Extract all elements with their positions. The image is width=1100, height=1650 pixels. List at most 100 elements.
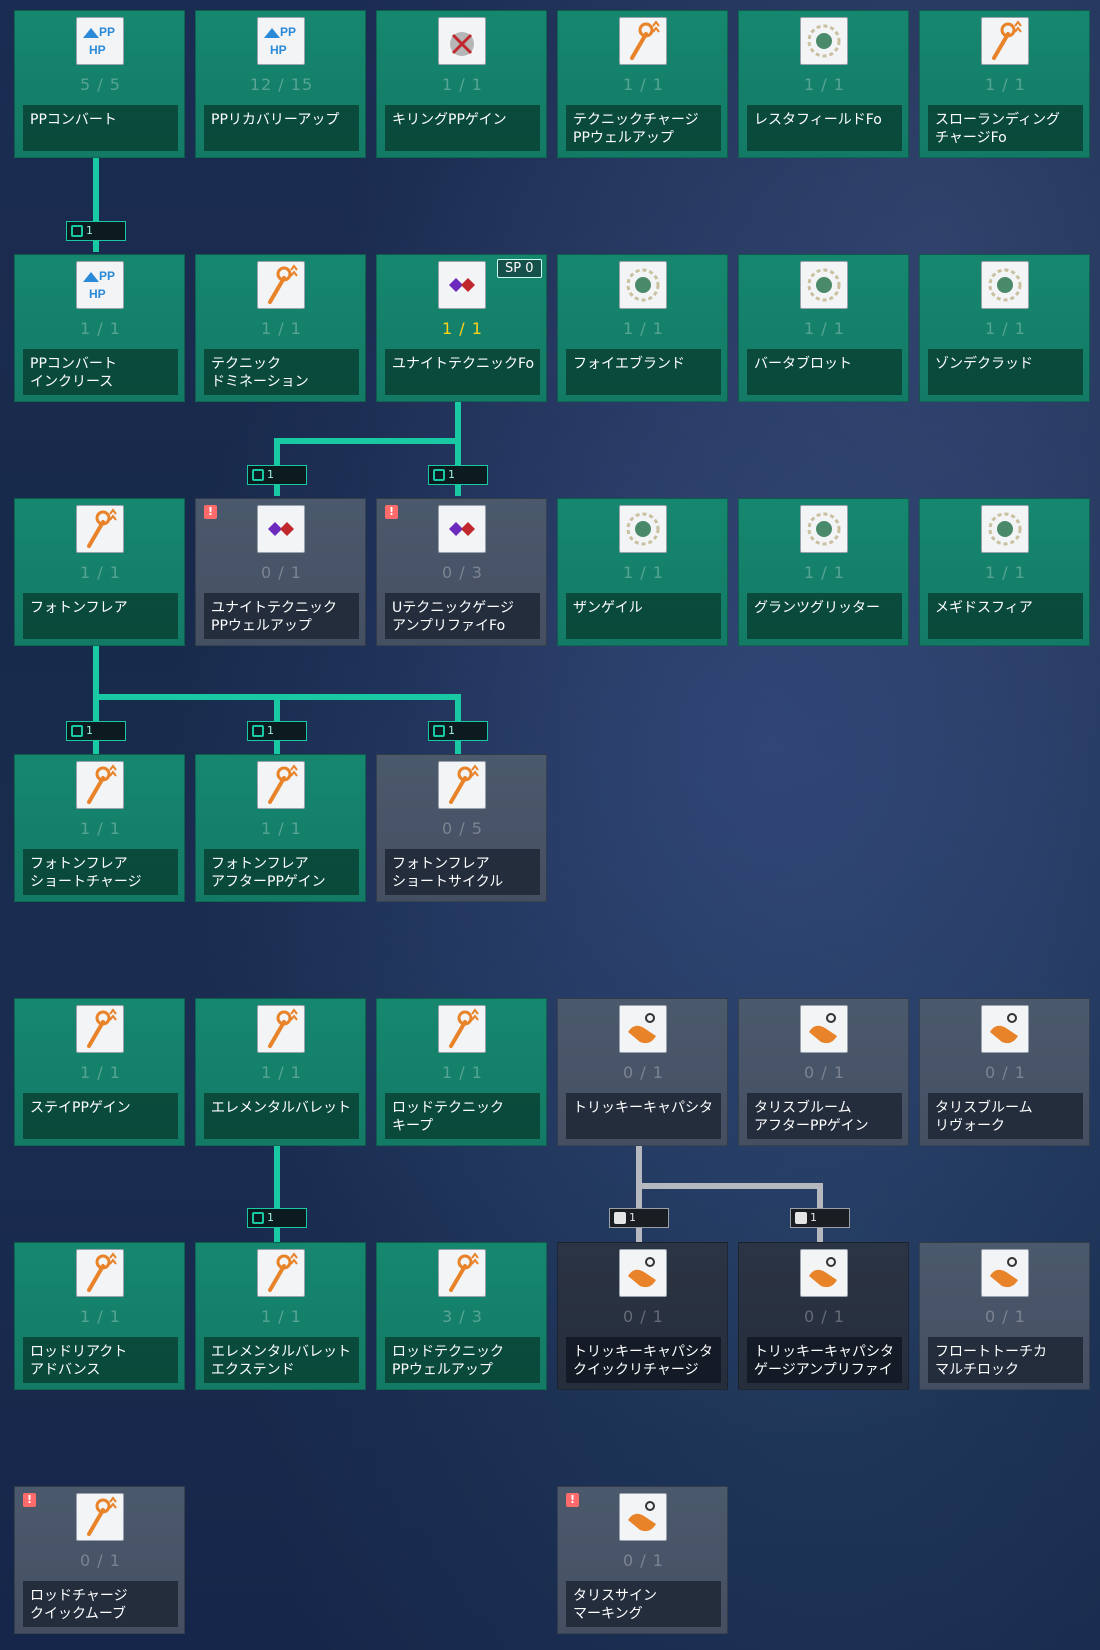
skill-node[interactable]: 1 / 1 ロッドテクニック キープ [376,998,547,1146]
unlock-icon [252,1212,264,1224]
skill-name: テクニック ドミネーション [204,349,359,395]
skill-name: フォイエブランド [566,349,721,395]
foie-brand-icon [619,261,667,309]
skill-tree: 1 1 1 1 1 1 1 1 1 PP HP 5 / 5 PPコンバート PP HP 1… [0,0,1100,1650]
skill-node[interactable]: 0 / 1 トリッキーキャパシタ [557,998,728,1146]
skill-node[interactable]: 1 / 1 フォトンフレア [14,498,185,646]
grants-glitter-icon [800,505,848,553]
skill-level: 1 / 1 [985,319,1026,338]
skill-node[interactable]: 1 / 1 メギドスフィア [919,498,1090,646]
skill-node[interactable]: PP HP 1 / 1 PPコンバート インクリース [14,254,185,402]
skill-node[interactable]: 1 / 1 レスタフィールドFo [738,10,909,158]
skill-node[interactable]: 3 / 3 ロッドテクニック PPウェルアップ [376,1242,547,1390]
skill-node[interactable]: 1 / 1 エレメンタルバレット [195,998,366,1146]
skill-node[interactable]: 1 / 1 ゾンデクラッド [919,254,1090,402]
skill-name: ザンゲイル [566,593,721,639]
skill-level: 1 / 1 [261,319,302,338]
svg-text:HP: HP [270,43,287,57]
skill-name: ステイPPゲイン [23,1093,178,1139]
skill-node[interactable]: 0 / 1 トリッキーキャパシタ クイックリチャージ [557,1242,728,1390]
skill-level: 0 / 5 [442,819,483,838]
rod-elemental-icon [257,1005,305,1053]
sp-cost-badge: SP 0 [497,259,542,278]
skill-node[interactable]: 1 / 1 ロッドリアクト アドバンス [14,1242,185,1390]
unlock-icon [71,225,83,237]
skill-level: 1 / 1 [261,1307,302,1326]
alert-icon: ! [385,505,398,519]
tricky-gauge-icon [800,1249,848,1297]
skill-node[interactable]: 0 / 5 フォトンフレア ショートサイクル [376,754,547,902]
skill-node[interactable]: 1 / 1 バータブロット [738,254,909,402]
rod-short-charge-icon [76,761,124,809]
skill-node[interactable]: PP HP 12 / 15 PPリカバリーアップ [195,10,366,158]
unlock-icon [252,469,264,481]
unlock-icon [252,725,264,737]
svg-text:PP: PP [99,25,115,39]
skill-node[interactable]: 0 / 1 タリスブルーム リヴォーク [919,998,1090,1146]
skill-name: エレメンタルバレット [204,1093,359,1139]
skill-level: 1 / 1 [804,75,845,94]
skill-name: トリッキーキャパシタ [566,1093,721,1139]
rod-pp-wellup-icon [438,1249,486,1297]
skill-level: 1 / 1 [442,75,483,94]
skill-node[interactable]: 1 / 1 フォイエブランド [557,254,728,402]
megid-sphere-icon [981,505,1029,553]
skill-level: 1 / 1 [804,319,845,338]
skill-level: 1 / 1 [261,1063,302,1082]
svg-text:HP: HP [89,43,106,57]
skill-node[interactable]: PP HP 5 / 5 PPコンバート [14,10,185,158]
skill-node[interactable]: 1 / 1 テクニック ドミネーション [195,254,366,402]
unlock-requirement: 1 [428,721,488,741]
skill-level: 0 / 1 [985,1063,1026,1082]
skill-name: PPコンバート インクリース [23,349,178,395]
skill-name: キリングPPゲイン [385,105,540,151]
pp-hp-convert-icon: PP HP [76,261,124,309]
skill-name: グランツグリッター [747,593,902,639]
skill-name: テクニックチャージ PPウェルアップ [566,105,721,151]
skill-node[interactable]: 1 / 1 エレメンタルバレット エクステンド [195,1242,366,1390]
skill-name: トリッキーキャパシタ クイックリチャージ [566,1337,721,1383]
skill-level: 12 / 15 [249,75,314,94]
skill-node[interactable]: 1 / 1 フォトンフレア アフターPPゲイン [195,754,366,902]
skill-node[interactable]: 1 / 1 テクニックチャージ PPウェルアップ [557,10,728,158]
skill-node[interactable]: 0 / 1 ユナイトテクニック PPウェルアップ! [195,498,366,646]
skill-name: メギドスフィア [928,593,1083,639]
skill-node[interactable]: 0 / 1 タリスブルーム アフターPPゲイン [738,998,909,1146]
unlock-icon [433,725,445,737]
skill-name: スローランディング チャージFo [928,105,1083,151]
skill-name: ロッドテクニック キープ [385,1093,540,1139]
lock-requirement: 1 [609,1208,669,1228]
skill-name: PPコンバート [23,105,178,151]
svg-text:PP: PP [99,269,115,283]
unlock-requirement: 1 [247,1208,307,1228]
skill-name: タリスサイン マーキング [566,1581,721,1627]
alert-icon: ! [204,505,217,519]
skill-node[interactable]: 1 / 1 グランツグリッター [738,498,909,646]
skill-name: Uテクニックゲージ アンプリファイFo [385,593,540,639]
skill-node[interactable]: 0 / 1 ロッドチャージ クイックムーブ! [14,1486,185,1634]
skill-name: PPリカバリーアップ [204,105,359,151]
rod-react-icon [76,1249,124,1297]
skill-node[interactable]: 1 / 1 フォトンフレア ショートチャージ [14,754,185,902]
skill-level: 1 / 1 [623,319,664,338]
skill-name: フォトンフレア ショートチャージ [23,849,178,895]
barta-blot-icon [800,261,848,309]
skill-node[interactable]: 0 / 1 タリスサイン マーキング! [557,1486,728,1634]
unite-gauge-icon [438,505,486,553]
connector-line [636,1183,823,1189]
skill-node[interactable]: 0 / 1 トリッキーキャパシタ ゲージアンプリファイ [738,1242,909,1390]
skill-name: フォトンフレア ショートサイクル [385,849,540,895]
skill-node[interactable]: 1 / 1 ステイPPゲイン [14,998,185,1146]
skill-node[interactable]: 0 / 1 フロートトーチカ マルチロック [919,1242,1090,1390]
pp-hp-convert-icon: PP HP [76,17,124,65]
skill-node[interactable]: 0 / 3 Uテクニックゲージ アンプリファイFo! [376,498,547,646]
zonde-clad-icon [981,261,1029,309]
unite-pp-icon [257,505,305,553]
skill-node[interactable]: 1 / 1 ザンゲイル [557,498,728,646]
skill-node[interactable]: 1 / 1 スローランディング チャージFo [919,10,1090,158]
rod-pp-icon [619,17,667,65]
skill-node[interactable]: 1 / 1 キリングPPゲイン [376,10,547,158]
unite-technique-icon [438,261,486,309]
skill-name: フォトンフレア [23,593,178,639]
skill-level: 1 / 1 [985,563,1026,582]
